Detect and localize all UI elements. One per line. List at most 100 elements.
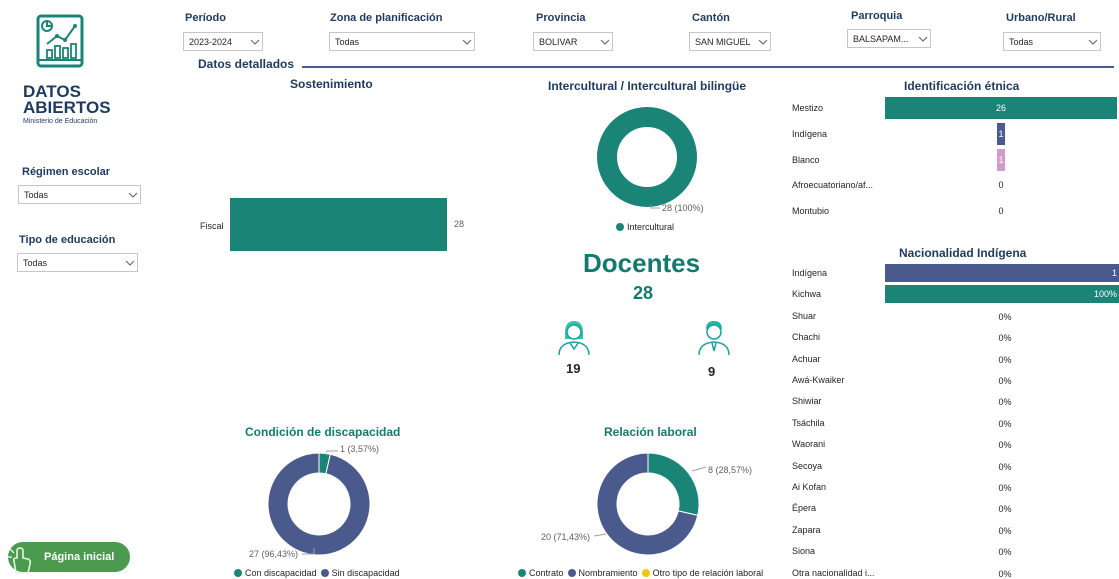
filter-regimen-label: Régimen escolar: [22, 166, 111, 178]
docentes-total: 28: [633, 283, 654, 303]
nacionalidad-value-label: 0%: [998, 418, 1012, 429]
nacionalidad-category-label: Indígena: [792, 268, 828, 278]
discapacidad-slice[interactable]: [267, 452, 371, 556]
nacionalidad-category-label: Tsáchila: [792, 417, 825, 428]
intercultural-slice[interactable]: [597, 107, 697, 207]
section-title: Datos detallados: [198, 57, 295, 71]
nacionalidad-category-label: Awá-Kwaiker: [792, 375, 845, 385]
nacionalidad-category-label: Ai Kofan: [792, 482, 827, 492]
filter-tipo-value: Todas: [23, 257, 48, 268]
chevron-down-icon: [126, 188, 140, 202]
logo-subtitle: Ministerio de Educación: [23, 118, 98, 125]
chevron-down-icon: [598, 35, 612, 49]
nacionalidad-category-label: Achuar: [792, 353, 821, 364]
nacionalidad-value-label: 0%: [998, 376, 1012, 386]
sostenimiento-title: Sostenimiento: [290, 77, 373, 91]
filter-regimen-value: Todas: [24, 189, 49, 200]
female-count: 19: [566, 361, 581, 376]
logo: DATOS ABIERTOS Ministerio de Educación: [20, 14, 115, 129]
legend-label: Con discapacidad: [245, 568, 317, 578]
nacionalidad-value-label: 1: [1111, 268, 1117, 278]
legend-item[interactable]: Contrato: [518, 568, 564, 578]
identificacion-category-label: Blanco: [792, 154, 820, 165]
relacion-donut: [596, 452, 700, 556]
discapacidad-leader-line-1: [326, 450, 338, 456]
nacionalidad-category-label: Zapara: [792, 524, 821, 535]
docentes-title: Docentes: [583, 248, 701, 278]
filter-provincia-dropdown[interactable]: BOLIVAR: [533, 32, 613, 51]
legend-label: Contrato: [529, 568, 564, 578]
nacionalidad-value-label: 100%: [1093, 289, 1117, 300]
identificacion-value-label: 1: [998, 154, 1004, 165]
filter-provincia-value: BOLIVAR: [539, 36, 578, 47]
legend-label: Nombramiento: [578, 568, 638, 578]
legend-item[interactable]: Intercultural: [616, 222, 674, 232]
relacion-title: Relación laboral: [604, 425, 697, 439]
nacionalidad-value-label: 0%: [998, 525, 1012, 536]
filter-urbano-dropdown[interactable]: Todas: [1003, 32, 1101, 51]
identificacion-value-label: 0: [998, 206, 1004, 217]
discapacidad-data-label-2: 27 (96,43%): [249, 549, 299, 559]
filter-canton-dropdown[interactable]: SAN MIGUEL: [689, 32, 771, 51]
filter-zona-dropdown[interactable]: Todas: [329, 32, 475, 51]
legend-item[interactable]: Otro tipo de relación laboral: [641, 568, 764, 578]
sostenimiento-bar[interactable]: [230, 198, 447, 251]
filter-provincia-label: Provincia: [536, 12, 586, 24]
relacion-slice[interactable]: [647, 452, 700, 516]
filter-parroquia-value: BALSAPAM...: [853, 33, 909, 44]
sostenimiento-category-label: Fiscal: [200, 221, 224, 231]
relacion-data-label-1: 8 (28,57%): [708, 465, 753, 475]
identificacion-category-label: Mestizo: [792, 103, 824, 113]
chevron-down-icon: [916, 32, 930, 46]
nacionalidad-category-label: Chachi: [792, 332, 821, 343]
relacion-data-label-2: 20 (71,43%): [541, 532, 591, 542]
filter-urbano-value: Todas: [1009, 36, 1034, 47]
home-button[interactable]: Página inicial: [7, 542, 130, 574]
relacion-leader-line-2: [594, 533, 607, 537]
identificacion-category-label: Afroecuatoriano/af...: [792, 180, 874, 191]
filter-tipo-label: Tipo de educación: [19, 234, 116, 246]
nacionalidad-category-label: Siona: [792, 546, 816, 557]
legend-item[interactable]: Con discapacidad: [234, 568, 317, 578]
intercultural-donut: [597, 107, 697, 207]
filter-regimen-dropdown[interactable]: Todas: [18, 185, 141, 204]
intercultural-title: Intercultural / Intercultural bilingüe: [548, 79, 747, 93]
filter-periodo-value: 2023-2024: [189, 36, 233, 47]
nacionalidad-value-label: 0%: [998, 483, 1012, 493]
filter-periodo-dropdown[interactable]: 2023-2024: [183, 32, 263, 51]
filter-canton-label: Cantón: [692, 12, 730, 24]
nacionalidad-category-label: Épera: [792, 503, 817, 514]
logo-line2: ABIERTOS: [23, 98, 111, 117]
discapacidad-leader-line-2: [302, 548, 315, 555]
nacionalidad-value-label: 0%: [998, 461, 1012, 472]
intercultural-leader-line: [650, 204, 660, 209]
filter-periodo-label: Período: [185, 12, 226, 24]
nacionalidad-category-label: Shuar: [792, 310, 817, 321]
filter-zona-value: Todas: [335, 36, 360, 47]
chevron-down-icon: [248, 35, 262, 49]
section-divider: [302, 66, 1114, 68]
nacionalidad-value-label: 0%: [998, 547, 1012, 558]
nacionalidad-value-label: 0%: [998, 333, 1012, 344]
filter-parroquia-dropdown[interactable]: BALSAPAM...: [847, 29, 931, 48]
hand-pointer-icon: [7, 547, 32, 574]
nacionalidad-value-label: 0%: [998, 504, 1012, 515]
female-teacher-icon: [558, 321, 590, 356]
identificacion-value-label: 0: [998, 180, 1004, 191]
legend-label: Otro tipo de relación laboral: [652, 568, 764, 578]
legend-item[interactable]: Sin discapacidad: [320, 568, 400, 578]
nacionalidad-value-label: 0%: [998, 568, 1012, 579]
male-teacher-icon: [698, 321, 730, 356]
nacionalidad-category-label: Kichwa: [792, 289, 822, 300]
legend-item[interactable]: Nombramiento: [567, 568, 638, 578]
intercultural-legend: Intercultural: [616, 222, 678, 232]
identificacion-value-label: 1: [998, 128, 1004, 139]
nacionalidad-category-label: Secoya: [792, 460, 823, 471]
filter-canton-value: SAN MIGUEL: [695, 36, 751, 47]
home-button-label: Página inicial: [44, 551, 115, 563]
intercultural-data-label: 28 (100%): [662, 203, 704, 213]
discapacidad-data-label-1: 1 (3,57%): [340, 444, 380, 454]
legend-label: Intercultural: [627, 222, 675, 232]
nacionalidad-title: Nacionalidad Indígena: [899, 246, 1027, 260]
filter-tipo-dropdown[interactable]: Todas: [17, 253, 138, 272]
